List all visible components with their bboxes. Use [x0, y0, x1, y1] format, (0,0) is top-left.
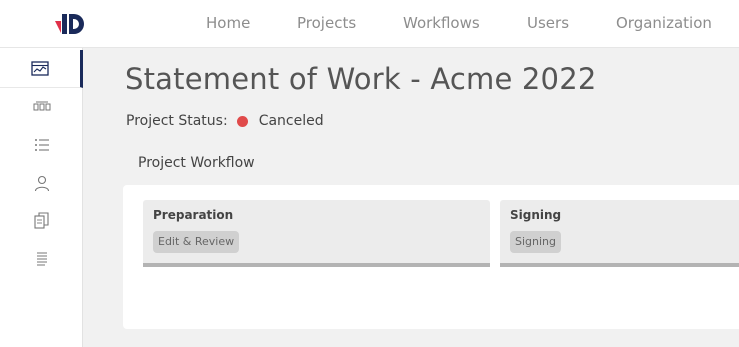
sidebar-item-text[interactable] — [0, 240, 83, 278]
page-title: Statement of Work - Acme 2022 — [125, 62, 597, 96]
status-value: Canceled — [258, 113, 324, 129]
workflow-stage[interactable]: Signing Signing — [500, 200, 739, 267]
sidebar-item-users[interactable] — [0, 164, 83, 202]
sidebar — [0, 48, 83, 347]
sidebar-item-documents[interactable] — [0, 202, 83, 240]
text-lines-icon — [36, 252, 47, 266]
documents-icon — [33, 212, 49, 229]
workflow-panel: Preparation Edit & Review Signing Signin… — [123, 185, 739, 329]
status-label: Project Status: — [126, 113, 228, 129]
company-logo-icon[interactable] — [55, 11, 87, 37]
nav-projects[interactable]: Projects — [297, 14, 356, 32]
project-status: Project Status: Canceled — [126, 113, 324, 129]
nav-workflows[interactable]: Workflows — [403, 14, 480, 32]
nav-organization[interactable]: Organization — [616, 14, 712, 32]
sidebar-item-list[interactable] — [0, 126, 83, 164]
sidebar-item-workflow[interactable] — [0, 88, 83, 126]
dashboard-icon — [31, 60, 49, 76]
workflow-heading: Project Workflow — [138, 155, 255, 171]
nav-users[interactable]: Users — [527, 14, 569, 32]
workflow-stage[interactable]: Preparation Edit & Review — [143, 200, 490, 267]
stage-step-chip[interactable]: Edit & Review — [153, 231, 240, 253]
stage-step-chip[interactable]: Signing — [510, 231, 562, 253]
main-content: Statement of Work - Acme 2022 Project St… — [83, 48, 739, 347]
stage-name: Preparation — [153, 208, 234, 222]
sidebar-item-dashboard[interactable] — [0, 50, 83, 88]
nav-home[interactable]: Home — [206, 14, 250, 32]
list-icon — [34, 139, 49, 151]
top-navbar: Home Projects Workflows Users Organizati… — [0, 0, 739, 48]
user-icon — [34, 175, 49, 192]
stage-name: Signing — [510, 208, 562, 222]
workflow-icon — [33, 101, 50, 111]
status-dot-icon — [236, 115, 248, 127]
